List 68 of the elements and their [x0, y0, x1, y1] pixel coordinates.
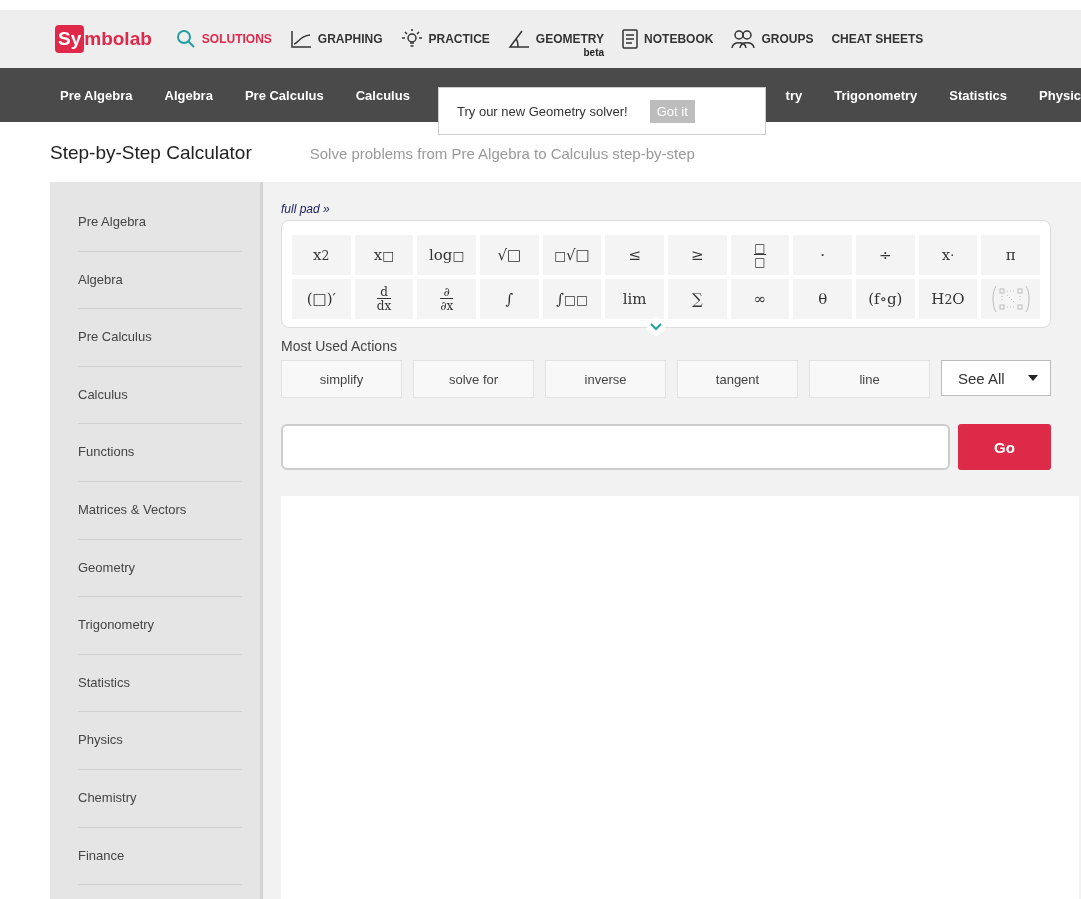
sidebar-item[interactable]: Statistics	[78, 654, 242, 713]
nav-link[interactable]: CHEAT SHEETS	[831, 32, 924, 46]
subject-link[interactable]: Statistics	[949, 87, 1008, 103]
action-button[interactable]: solve for	[413, 360, 534, 398]
subject-link[interactable]: Pre Algebra	[60, 87, 133, 103]
subject-link[interactable]: Pre Calculus	[244, 87, 324, 103]
see-all-dropdown[interactable]: See All	[941, 360, 1051, 396]
sidebar-item[interactable]: Pre Calculus	[78, 309, 242, 367]
sidebar-item[interactable]: Calculus	[78, 366, 242, 425]
nav-link[interactable]: GEOMETRY	[507, 30, 605, 48]
subject-link[interactable]: Trigonometry	[834, 87, 918, 103]
sidebar-item[interactable]: Trigonometry	[78, 597, 242, 655]
caret-icon	[1028, 375, 1038, 381]
keypad-key[interactable]: □ □	[730, 235, 790, 275]
keypad-key[interactable]: ÷	[856, 235, 915, 275]
angle-icon	[507, 30, 530, 48]
action-button[interactable]: line	[809, 360, 930, 398]
symbolab-logo[interactable]: Sy mbolab	[55, 25, 152, 53]
keypad-key[interactable]: ≤	[605, 235, 664, 275]
keypad-key[interactable]: √□	[480, 235, 539, 275]
people-icon	[731, 29, 756, 49]
keypad-key[interactable]: ∂ ∂x	[417, 279, 476, 319]
nav-link[interactable]: SOLUTIONS	[175, 29, 272, 49]
subject-link[interactable]: Algebra	[164, 87, 213, 103]
keypad-key[interactable]: d dx	[354, 279, 414, 319]
subject-link[interactable]: Calculus	[355, 87, 410, 103]
subject-link[interactable]: Physic	[1039, 87, 1081, 103]
sidebar-item[interactable]: Chemistry	[78, 769, 242, 828]
sidebar-item[interactable]: Algebra	[78, 251, 242, 310]
chevron-down-icon[interactable]	[647, 318, 665, 336]
keypad-key[interactable]: (□)′	[292, 279, 351, 319]
action-button[interactable]: inverse	[545, 360, 666, 398]
subject-link[interactable]: try	[785, 87, 803, 103]
nav-link[interactable]: GROUPS	[731, 29, 814, 49]
action-button[interactable]: tangent	[677, 360, 798, 398]
beta-label: beta	[583, 47, 605, 58]
sidebar-item[interactable]: Geometry	[78, 539, 242, 598]
page-title: Step-by-Step Calculator	[50, 142, 252, 164]
keypad-key[interactable]: ∫	[480, 279, 539, 319]
nav-link[interactable]: NOTEBOOK	[622, 29, 714, 49]
sidebar-item[interactable]: Finance	[78, 827, 242, 886]
sidebar-item[interactable]: Physics	[78, 712, 242, 770]
keypad-key[interactable]: ≥	[668, 235, 727, 275]
graph-icon	[289, 30, 312, 48]
sidebar-item[interactable]: Matrices & Vectors	[78, 481, 242, 540]
sidebar-item[interactable]: Functions	[78, 424, 242, 482]
keypad-key[interactable]: θ	[793, 279, 852, 319]
tooltip-text: Try our new Geometry solver!	[457, 103, 628, 119]
nav-link[interactable]: GRAPHING	[289, 30, 383, 48]
full-pad-link[interactable]: full pad »	[281, 202, 1051, 216]
matrix-key[interactable]	[981, 279, 1040, 319]
page-subtitle: Solve problems from Pre Algebra to Calculus step-by-step	[309, 145, 695, 162]
keypad-key[interactable]: ·	[793, 235, 852, 275]
search-icon	[175, 29, 196, 49]
keypad-key[interactable]: π	[981, 235, 1040, 275]
keypad-key[interactable]: ∞	[730, 279, 790, 319]
go-button[interactable]: Go	[958, 424, 1051, 470]
sidebar-item[interactable]: Pre Algebra	[78, 194, 242, 252]
action-button[interactable]: simplify	[281, 360, 402, 398]
keypad-key[interactable]: (f∘g)	[856, 279, 915, 319]
nav-link[interactable]: PRACTICE	[400, 29, 490, 49]
keypad-key[interactable]: lim	[605, 279, 664, 319]
notebook-icon	[622, 29, 639, 49]
matrix-icon	[990, 284, 1031, 314]
lightbulb-icon	[400, 29, 423, 49]
section-heading: Most Used Actions	[281, 338, 398, 354]
input-field[interactable]	[281, 424, 950, 470]
keypad-key[interactable]: ∑	[668, 279, 727, 319]
